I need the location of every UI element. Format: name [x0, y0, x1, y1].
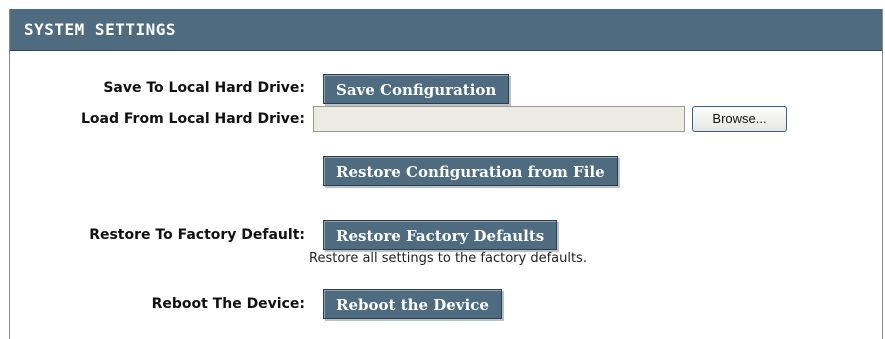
restore-configuration-button[interactable]: Restore Configuration from File: [323, 156, 618, 186]
save-configuration-button[interactable]: Save Configuration: [323, 74, 510, 104]
load-local-label: Load From Local Hard Drive:: [81, 111, 305, 127]
restore-factory-defaults-button[interactable]: Restore Factory Defaults: [323, 220, 558, 250]
factory-default-label: Restore To Factory Default:: [89, 227, 305, 243]
section-title: SYSTEM SETTINGS: [24, 20, 176, 39]
browse-button[interactable]: Browse...: [692, 106, 787, 132]
reboot-label: Reboot The Device:: [151, 296, 305, 312]
config-file-input[interactable]: [313, 106, 685, 132]
save-local-label: Save To Local Hard Drive:: [103, 80, 305, 96]
factory-defaults-description: Restore all settings to the factory defa…: [309, 251, 587, 266]
section-header: SYSTEM SETTINGS: [10, 9, 882, 51]
reboot-device-button[interactable]: Reboot the Device: [323, 289, 502, 319]
